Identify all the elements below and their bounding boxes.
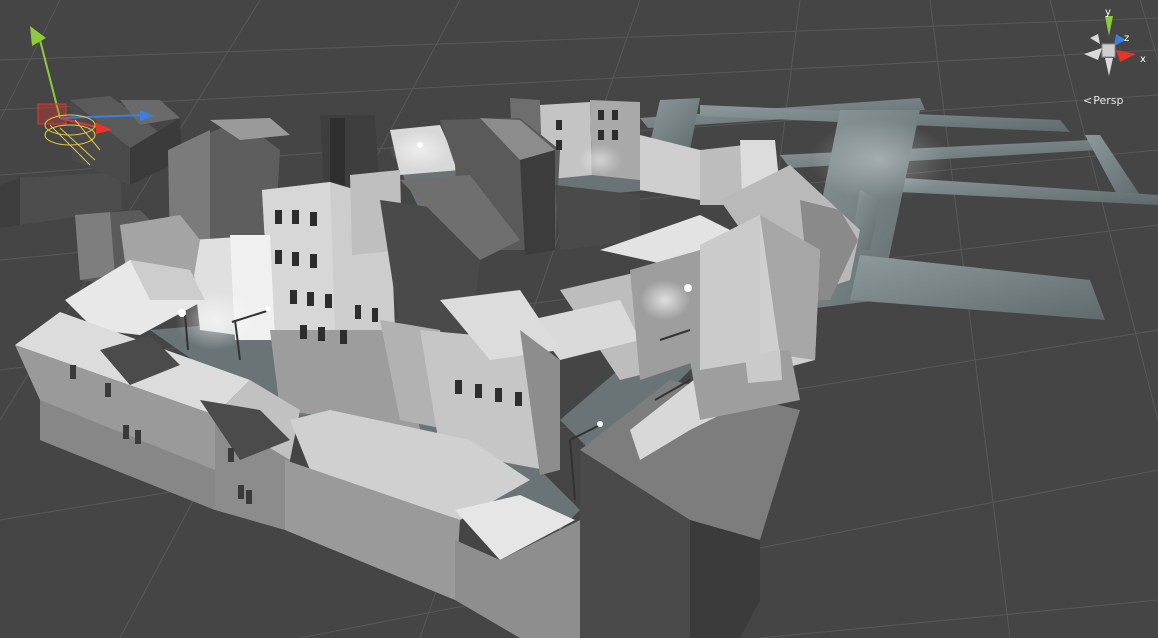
gizmo-neg-z-cone[interactable] [1090, 34, 1100, 44]
gizmo-z-label: z [1124, 33, 1129, 44]
window-light-glow [578, 144, 622, 176]
projection-label: Persp [1093, 93, 1124, 107]
gizmo-y-label: y [1105, 7, 1111, 18]
move-gizmo-plane-handle[interactable] [37, 103, 67, 125]
gizmo-x-cone[interactable] [1116, 50, 1136, 62]
scene-viewport[interactable]: y z x < Persp [0, 0, 1158, 638]
gizmo-center-cube[interactable] [1101, 43, 1116, 58]
gizmo-neg-x-cone[interactable] [1084, 48, 1102, 60]
gizmo-neg-y-cone[interactable] [1105, 58, 1113, 76]
orientation-gizmo[interactable]: y z x [1072, 4, 1154, 86]
window-light-glow [390, 130, 450, 170]
projection-toggle[interactable]: < Persp [1083, 92, 1123, 108]
gizmo-x-label: x [1140, 54, 1146, 65]
street-light-glow [640, 280, 690, 320]
street-light-glow [810, 120, 950, 200]
chevron-left-icon: < [1083, 93, 1093, 107]
gizmo-y-cone[interactable] [1105, 16, 1113, 36]
scene-canvas[interactable] [0, 0, 1158, 638]
